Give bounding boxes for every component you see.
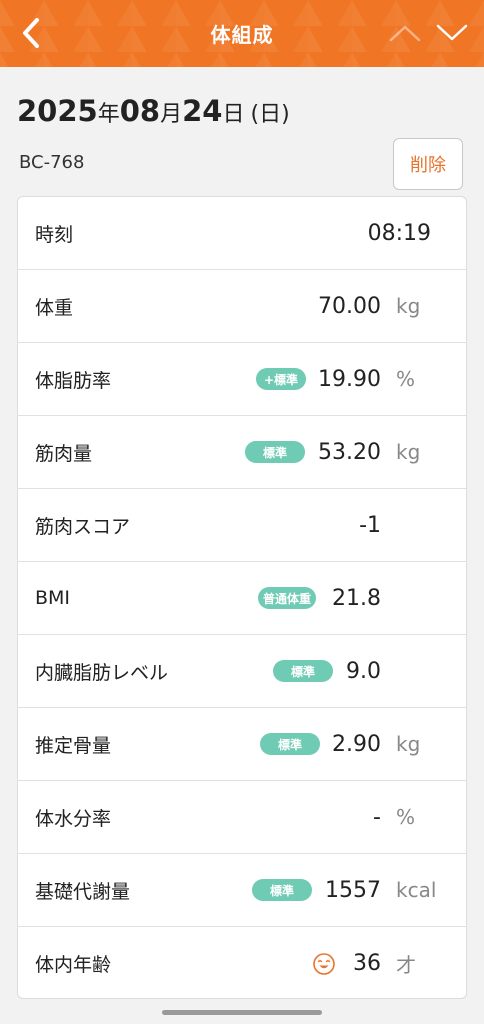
row-value: 53.20 xyxy=(318,439,381,465)
row-value: - xyxy=(373,804,381,830)
row-value: 21.8 xyxy=(332,585,381,611)
row-visceral-fat: 内臓脂肪レベル 標準 9.0 xyxy=(18,635,466,708)
row-muscle-mass: 筋肉量 標準 53.20 kg xyxy=(18,416,466,489)
row-time: 時刻 08:19 xyxy=(18,197,466,270)
row-unit: kg xyxy=(396,294,421,318)
row-body-age: 体内年齢 36 才 xyxy=(18,927,466,998)
row-body-fat: 体脂肪率 +標準 19.90 % xyxy=(18,343,466,416)
row-label: 基礎代謝量 xyxy=(35,880,131,903)
row-label: 体重 xyxy=(35,296,74,319)
row-value: -1 xyxy=(359,512,381,538)
measurement-card: 時刻 08:19 体重 70.00 kg 体脂肪率 +標準 19.90 % 筋肉… xyxy=(17,196,467,999)
status-badge: +標準 xyxy=(256,368,307,390)
home-indicator[interactable] xyxy=(162,1010,322,1015)
row-label: 体脂肪率 xyxy=(35,369,112,392)
row-value: 9.0 xyxy=(346,658,381,684)
date-weekday: (日) xyxy=(250,102,290,127)
date-year: 2025 xyxy=(17,94,98,128)
status-badge: 普通体重 xyxy=(258,587,317,609)
smiley-face-icon xyxy=(313,952,335,975)
row-label: 筋肉量 xyxy=(35,442,93,465)
row-value: 08:19 xyxy=(367,220,431,246)
status-badge: 標準 xyxy=(245,441,305,463)
row-value: 2.90 xyxy=(332,731,381,757)
date-day-suffix: 日 xyxy=(222,102,245,127)
row-unit: kcal xyxy=(396,878,437,902)
next-record-button[interactable] xyxy=(433,16,471,50)
date-month: 08 xyxy=(119,94,161,128)
row-label: 体内年齢 xyxy=(35,954,112,976)
row-bmi: BMI 普通体重 21.8 xyxy=(18,562,466,635)
status-badge: 標準 xyxy=(260,733,320,755)
row-value: 19.90 xyxy=(318,366,381,392)
chevron-left-icon xyxy=(23,18,39,48)
app-header: 体組成 xyxy=(0,0,484,67)
row-basal-metabolism: 基礎代謝量 標準 1557 kcal xyxy=(18,854,466,927)
date-month-suffix: 月 xyxy=(160,102,183,127)
row-label: 体水分率 xyxy=(35,807,112,830)
status-badge: 標準 xyxy=(252,879,312,901)
row-label: 筋肉スコア xyxy=(35,515,131,538)
row-unit: kg xyxy=(396,440,421,464)
row-label: 推定骨量 xyxy=(35,734,112,757)
row-bone-mass: 推定骨量 標準 2.90 kg xyxy=(18,708,466,781)
measurement-date: 2025年08月24日 (日) xyxy=(17,94,290,128)
date-year-suffix: 年 xyxy=(97,102,120,127)
row-value: 36 xyxy=(353,951,381,976)
row-unit: % xyxy=(396,367,416,391)
back-button[interactable] xyxy=(14,16,48,50)
row-label: 時刻 xyxy=(35,223,74,246)
date-day: 24 xyxy=(182,94,223,128)
row-weight: 体重 70.00 kg xyxy=(18,270,466,343)
row-muscle-score: 筋肉スコア -1 xyxy=(18,489,466,562)
row-label: BMI xyxy=(35,587,71,609)
row-unit: kg xyxy=(396,732,421,756)
previous-record-button[interactable] xyxy=(386,16,424,50)
row-unit: 才 xyxy=(396,953,416,977)
page-title: 体組成 xyxy=(210,23,274,47)
chevron-down-icon xyxy=(436,24,468,41)
status-badge: 標準 xyxy=(273,660,333,682)
delete-button[interactable]: 削除 xyxy=(393,138,463,190)
chevron-up-icon xyxy=(389,25,421,42)
row-value: 70.00 xyxy=(318,293,381,319)
row-unit: % xyxy=(396,805,416,829)
row-value: 1557 xyxy=(325,877,381,903)
device-model: BC-768 xyxy=(19,152,85,173)
row-label: 内臓脂肪レベル xyxy=(35,661,169,684)
row-body-water: 体水分率 - % xyxy=(18,781,466,854)
